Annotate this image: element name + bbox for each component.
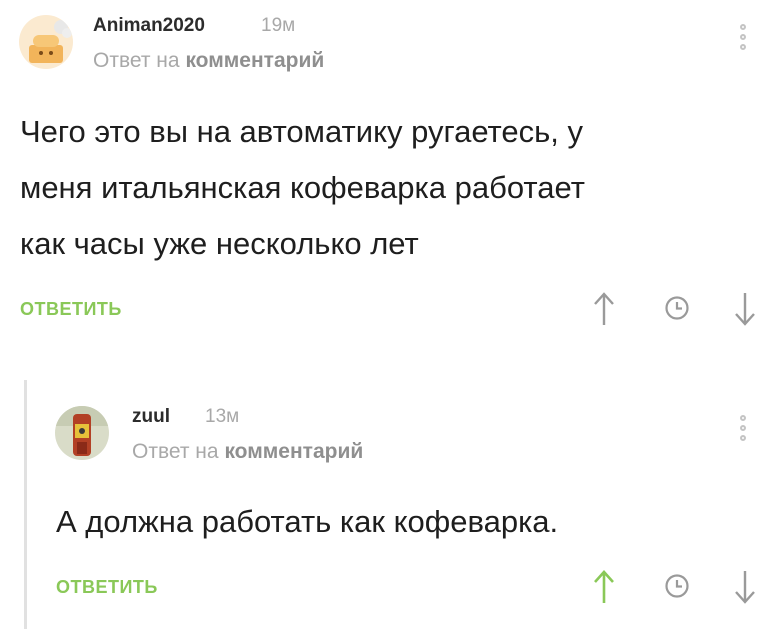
avatar[interactable] xyxy=(55,406,109,460)
comment-body: Чего это вы на автоматику ругаетесь, у м… xyxy=(20,104,585,272)
username[interactable]: zuul xyxy=(132,406,170,428)
avatar[interactable] xyxy=(19,15,73,69)
reply-prefix: Ответ на xyxy=(132,440,219,463)
more-menu-icon[interactable] xyxy=(737,415,749,453)
more-menu-icon[interactable] xyxy=(737,24,749,62)
upvote-icon[interactable] xyxy=(592,291,616,332)
comment-line: Чего это вы на автоматику ругаетесь, у xyxy=(20,114,584,149)
upvote-icon-active[interactable] xyxy=(592,569,616,610)
reply-button[interactable]: ОТВЕТИТЬ xyxy=(56,577,158,598)
comment-line: А должна работать как кофеварка. xyxy=(56,504,559,539)
username[interactable]: Animan2020 xyxy=(93,15,205,37)
clock-icon[interactable] xyxy=(664,295,690,326)
downvote-icon[interactable] xyxy=(733,569,757,610)
reply-button[interactable]: ОТВЕТИТЬ xyxy=(20,299,122,320)
comment-line: как часы уже несколько лет xyxy=(20,226,419,261)
timestamp: 13м xyxy=(205,406,240,427)
timestamp: 19м xyxy=(261,15,296,36)
reply-to-link[interactable]: комментарий xyxy=(185,49,324,72)
reply-prefix: Ответ на xyxy=(93,49,180,72)
comment-line: меня итальянская кофеварка работает xyxy=(20,170,585,205)
clock-icon[interactable] xyxy=(664,573,690,604)
reply-to-label: Ответ на комментарий xyxy=(93,49,324,73)
reply-to-link[interactable]: комментарий xyxy=(224,440,363,463)
reply-to-label: Ответ на комментарий xyxy=(132,440,363,464)
thread-line xyxy=(24,380,27,629)
downvote-icon[interactable] xyxy=(733,291,757,332)
comment-body: А должна работать как кофеварка. xyxy=(56,494,558,550)
